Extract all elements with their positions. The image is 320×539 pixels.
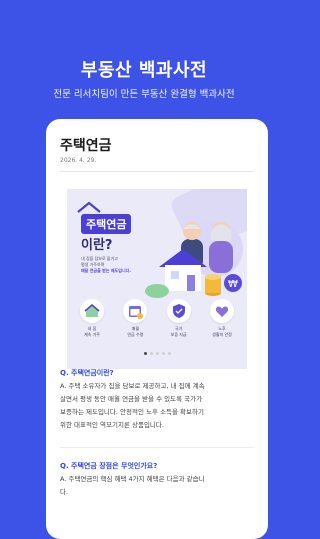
calendar-icon [129, 306, 144, 319]
shield-icon [172, 304, 185, 318]
benefit-item: 매월 연금 수령 [118, 299, 152, 338]
banner-title: 주택연금 [81, 214, 132, 234]
benefit-item: 내 집 계속 거주 [75, 299, 109, 338]
divider [60, 171, 254, 172]
pagination-dot[interactable] [161, 352, 165, 355]
won-currency-text: ₩ [228, 279, 238, 290]
benefit-item: 노후 생활의 안정 [205, 299, 239, 338]
article-title: 주택연금 [60, 138, 112, 154]
article-date: 2026. 4. 29. [60, 157, 97, 164]
benefit-label: 국가 보증 지급 [170, 326, 187, 337]
faq-answer: A. 주택연금의 핵심 혜택 4가지 혜택은 다음과 같습니 다. [60, 473, 256, 499]
faq-answer-line: A. 주택연금의 핵심 혜택 4가지 혜택은 다음과 같습니 [60, 475, 205, 483]
faq-answer-line: 살면서 평생 동안 매월 연금을 받을 수 있도록 국가가 [60, 395, 203, 403]
faq-answer-line: 위한 대표적인 역모기지론 상품입니다. [60, 421, 164, 429]
banner-image-carousel[interactable]: 주택연금 이란? 내 집을 담보로 맡기고 평생 거주하며 매달 연금을 받는 … [67, 189, 247, 369]
benefit-label: 내 집 계속 거주 [84, 326, 100, 337]
faq-question[interactable]: Q. 주택연금 장점은 무엇인가요? [60, 461, 157, 471]
page-title: 부동산 백과사전 [80, 60, 208, 81]
banner-description: 내 집을 담보로 맡기고 평생 거주하며 매달 연금을 받는 제도입니다. [81, 256, 145, 274]
faq-question[interactable]: Q. 주택연금이란? [60, 368, 114, 378]
page-subtitle: 전문 리서치팀이 만든 부동산 완결형 백과사전 [53, 89, 235, 100]
banner-desc-line: 매달 연금을 받는 제도입니다. [81, 268, 131, 273]
benefit-label: 노후 생활의 안정 [212, 326, 232, 337]
divider [60, 447, 254, 448]
pagination-dot[interactable] [167, 352, 171, 355]
carousel-pagination[interactable] [46, 352, 268, 355]
benefit-item: 국가 보증 지급 [162, 299, 196, 338]
banner-subtitle: 이란? [81, 238, 113, 253]
heart-icon [215, 306, 229, 317]
article-card[interactable]: 주택연금 2026. 4. 29. 주택연금 이란? 내 집을 담보로 맡기고 … [46, 119, 268, 539]
elderly-couple-house-illustration: ₩ [145, 221, 243, 298]
pagination-dot[interactable] [155, 352, 159, 355]
house-icon [84, 304, 100, 317]
pagination-dot[interactable] [149, 352, 153, 355]
faq-answer-line: 보증하는 제도입니다. 안정적인 노후 소득을 확보하기 [60, 408, 204, 416]
benefit-icon-row: 내 집 계속 거주 매월 연금 수령 국가 보증 지급 노후 생활의 안정 [75, 299, 239, 338]
faq-answer-line: A. 주택 소유자가 집을 담보로 제공하고, 내 집에 계속 [60, 382, 205, 390]
benefit-label: 매월 연금 수령 [127, 326, 144, 337]
faq-answer: A. 주택 소유자가 집을 담보로 제공하고, 내 집에 계속 살면서 평생 동… [60, 380, 256, 432]
faq-answer-line: 다. [60, 488, 69, 496]
pagination-dot-active[interactable] [143, 352, 147, 355]
